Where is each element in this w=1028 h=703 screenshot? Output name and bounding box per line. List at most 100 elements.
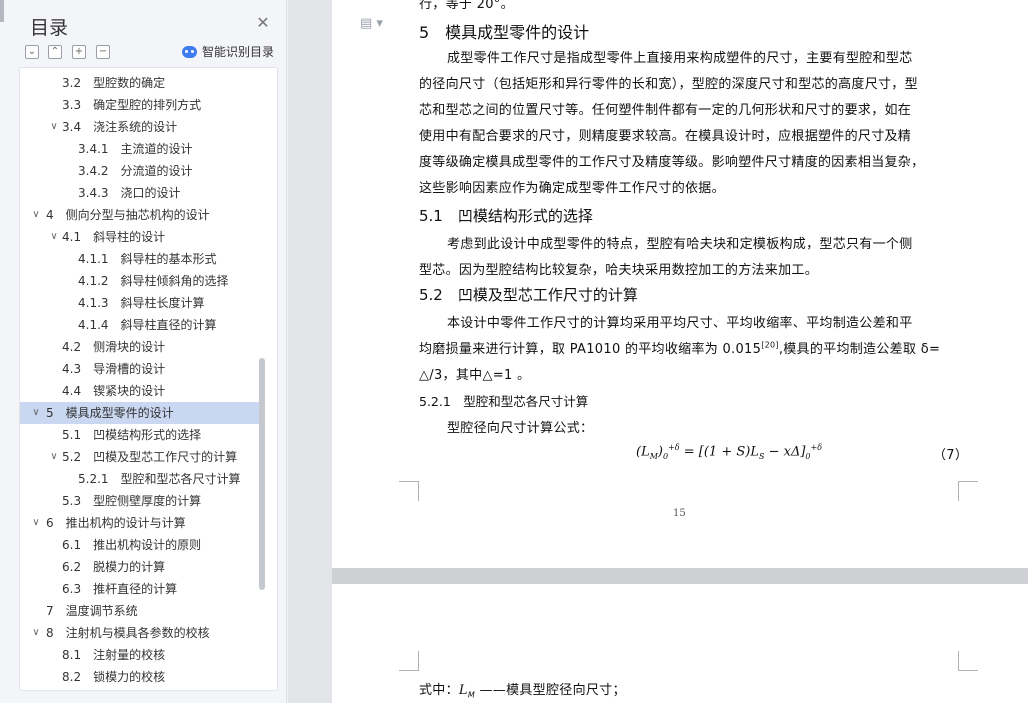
toc-item[interactable]: 3.4.3 浇口的设计 [20, 182, 260, 204]
formula-sub: 0 [805, 451, 811, 461]
toc-item-label: 8.2 锁模力的校核 [62, 670, 166, 684]
paragraph-line: 芯和型芯之间的位置尺寸等。任何塑件制件都有一定的几何形状和尺寸的要求，如在 [419, 103, 912, 118]
toc-item[interactable]: 3.2 型腔数的确定 [20, 72, 260, 94]
toc-item-label: 3.4.1 主流道的设计 [78, 142, 193, 156]
heading-5: 5 模具成型零件的设计 [419, 23, 590, 42]
paragraph-line: 型芯。因为型腔结构比较复杂，哈夫块采用数控加工的方法来加工。 [419, 263, 819, 278]
page-number: 15 [673, 508, 686, 519]
toc-item-label: 3.2 型腔数的确定 [62, 76, 166, 90]
toc-item[interactable]: 4.1.3 斜导柱长度计算 [20, 292, 260, 314]
toc-item-label: 3.4 浇注系统的设计 [62, 120, 178, 134]
page-corner-mark [399, 481, 419, 501]
formula-sup: +δ [668, 443, 680, 452]
variable: L [458, 683, 468, 698]
toc-item[interactable]: 4.1.4 斜导柱直径的计算 [20, 314, 260, 336]
formula-sup: +δ [810, 443, 823, 452]
toc-item[interactable]: 5.3 型腔侧壁厚度的计算 [20, 490, 260, 512]
toc-item[interactable]: 7 温度调节系统 [20, 600, 260, 622]
toc-item[interactable]: ∨ 3.4 浇注系统的设计 [20, 116, 260, 138]
chevron-down-icon[interactable]: ∨ [48, 446, 60, 468]
toc-item-label: 4.4 锲紧块的设计 [62, 384, 166, 398]
remove-heading-icon[interactable]: − [96, 45, 110, 59]
paragraph-text: 式中： [419, 683, 459, 698]
smart-toc-label: 智能识别目录 [202, 45, 275, 59]
paragraph-line: 本设计中零件工作尺寸的计算均采用平均尺寸、平均收缩率、平均制造公差和平 [447, 316, 913, 331]
toc-item[interactable]: ∨ 8 注射机与模具各参数的校核 [20, 622, 260, 644]
close-icon[interactable]: ✕ [254, 14, 272, 32]
toc-item-label: 4.1.2 斜导柱倾斜角的选择 [78, 274, 229, 288]
toc-item[interactable]: ∨ 5 模具成型零件的设计 [20, 402, 260, 424]
chevron-down-icon[interactable]: ∨ [48, 116, 60, 138]
toc-item[interactable]: 4.3 导滑槽的设计 [20, 358, 260, 380]
toc-item[interactable]: 3.4.1 主流道的设计 [20, 138, 260, 160]
page-corner-mark [958, 481, 978, 501]
toc-item[interactable]: 6.3 推杆直径的计算 [20, 578, 260, 600]
toc-item[interactable]: 5.1 凹模结构形式的选择 [20, 424, 260, 446]
paragraph-line: △/3，其中△=1 。 [419, 368, 531, 383]
chevron-down-icon[interactable]: ∨ [30, 622, 42, 644]
paragraph-line: 成型零件工作尺寸是指成型零件上直接用来构成塑件的尺寸，主要有型腔和型芯 [447, 51, 913, 66]
toc-item-label: 4.1 斜导柱的设计 [62, 230, 166, 244]
toc-item[interactable]: 6.2 脱模力的计算 [20, 556, 260, 578]
formula-number: （7） [933, 448, 969, 463]
toc-item-label: 3.4.3 浇口的设计 [78, 186, 181, 200]
formula-sub: M [649, 451, 658, 461]
sidebar-title: 目录 [30, 17, 69, 39]
left-scrollbar-thumb[interactable] [0, 0, 4, 22]
document-icon[interactable]: ▤ ▾ [360, 16, 383, 31]
toc-item-label: 3.3 确定型腔的排列方式 [62, 98, 202, 112]
chevron-down-icon[interactable]: ∨ [48, 226, 60, 248]
formula-text: (L [636, 444, 650, 460]
toc-sidebar: 目录 ✕ ⌄ ⌃ + − 智能识别目录 3.2 型腔数的确定 3.3 确定型腔的排… [0, 0, 287, 703]
toc-item[interactable]: ∨ 6 推出机构的设计与计算 [20, 512, 260, 534]
toc-item[interactable]: 5.2.1 型腔和型芯各尺寸计算 [20, 468, 260, 490]
toc-item[interactable]: 8.1 注射量的校核 [20, 644, 260, 666]
chevron-down-icon[interactable]: ∨ [30, 204, 42, 226]
toc-item[interactable]: 4.1.2 斜导柱倾斜角的选择 [20, 270, 260, 292]
toc-item[interactable]: ∨ 4 侧向分型与抽芯机构的设计 [20, 204, 260, 226]
toc-item-label: 6.2 脱模力的计算 [62, 560, 166, 574]
formula-text: − xΔ] [764, 444, 806, 460]
ai-assistant-icon [182, 45, 197, 58]
paragraph-text: ——模具型腔径向尺寸； [475, 683, 626, 698]
smart-toc-button[interactable]: 智能识别目录 [182, 43, 274, 60]
toc-scrollbar-thumb[interactable] [259, 358, 265, 590]
toc-item-label: 7 温度调节系统 [46, 604, 138, 618]
toc-item[interactable]: ∨ 5.2 凹模及型芯工作尺寸的计算 [20, 446, 260, 468]
heading-5-1: 5.1 凹模结构形式的选择 [419, 207, 593, 225]
variable-sub: M [467, 690, 476, 700]
toc-item-label: 4.2 侧滑块的设计 [62, 340, 166, 354]
toc-item[interactable]: 4.1.1 斜导柱的基本形式 [20, 248, 260, 270]
paragraph-line: 的径向尺寸（包括矩形和异行零件的长和宽），型腔的深度尺寸和型芯的高度尺寸，型 [419, 77, 918, 92]
toc-item[interactable]: 4.4 锲紧块的设计 [20, 380, 260, 402]
paragraph-line: 考虑到此设计中成型零件的特点，型腔有哈夫块和定模板构成，型芯只有一个侧 [447, 237, 913, 252]
toc-item-label: 4.1.3 斜导柱长度计算 [78, 296, 205, 310]
formula-text: = [(1 + S)L [683, 444, 759, 460]
chevron-down-icon[interactable]: ∨ [30, 512, 42, 534]
toc-item-label: 5.2 凹模及型芯工作尺寸的计算 [62, 450, 238, 464]
toc-item[interactable]: 4.2 侧滑块的设计 [20, 336, 260, 358]
toc-item-label: 6.3 推杆直径的计算 [62, 582, 178, 596]
page2-line: 式中：LM ——模具型腔径向尺寸； [419, 679, 626, 700]
paragraph-line: 均磨损量来进行计算，取 PA1010 的平均收缩率为 0.015[20],模具的… [419, 338, 940, 357]
toc-item-label: 5.1 凹模结构形式的选择 [62, 428, 202, 442]
formula-sub: 0 [663, 451, 669, 461]
toc-item[interactable]: 3.4.2 分流道的设计 [20, 160, 260, 182]
toc-item[interactable]: 3.3 确定型腔的排列方式 [20, 94, 260, 116]
chevron-down-icon[interactable]: ∨ [30, 402, 42, 424]
page-corner-mark [399, 651, 419, 671]
toc-item-label: 4 侧向分型与抽芯机构的设计 [46, 208, 210, 222]
heading-5-2-1: 5.2.1 型腔和型芯各尺寸计算 [419, 394, 589, 409]
toc-item-label: 3.4.2 分流道的设计 [78, 164, 193, 178]
formula-intro: 型腔径向尺寸计算公式： [447, 421, 594, 436]
chevron-up-icon[interactable]: ⌃ [48, 45, 62, 59]
add-heading-icon[interactable]: + [72, 45, 86, 59]
toc-item-label: 8 注射机与模具各参数的校核 [46, 626, 210, 640]
toc-item[interactable]: 8.2 锁模力的校核 [20, 666, 260, 688]
toc-item[interactable]: ∨ 4.1 斜导柱的设计 [20, 226, 260, 248]
toc-item-label: 8.1 注射量的校核 [62, 648, 166, 662]
toc-item-label: 6 推出机构的设计与计算 [46, 516, 186, 530]
heading-5-2: 5.2 凹模及型芯工作尺寸的计算 [419, 286, 638, 304]
toc-item[interactable]: 6.1 推出机构设计的原则 [20, 534, 260, 556]
collapse-all-icon[interactable]: ⌄ [25, 45, 39, 59]
